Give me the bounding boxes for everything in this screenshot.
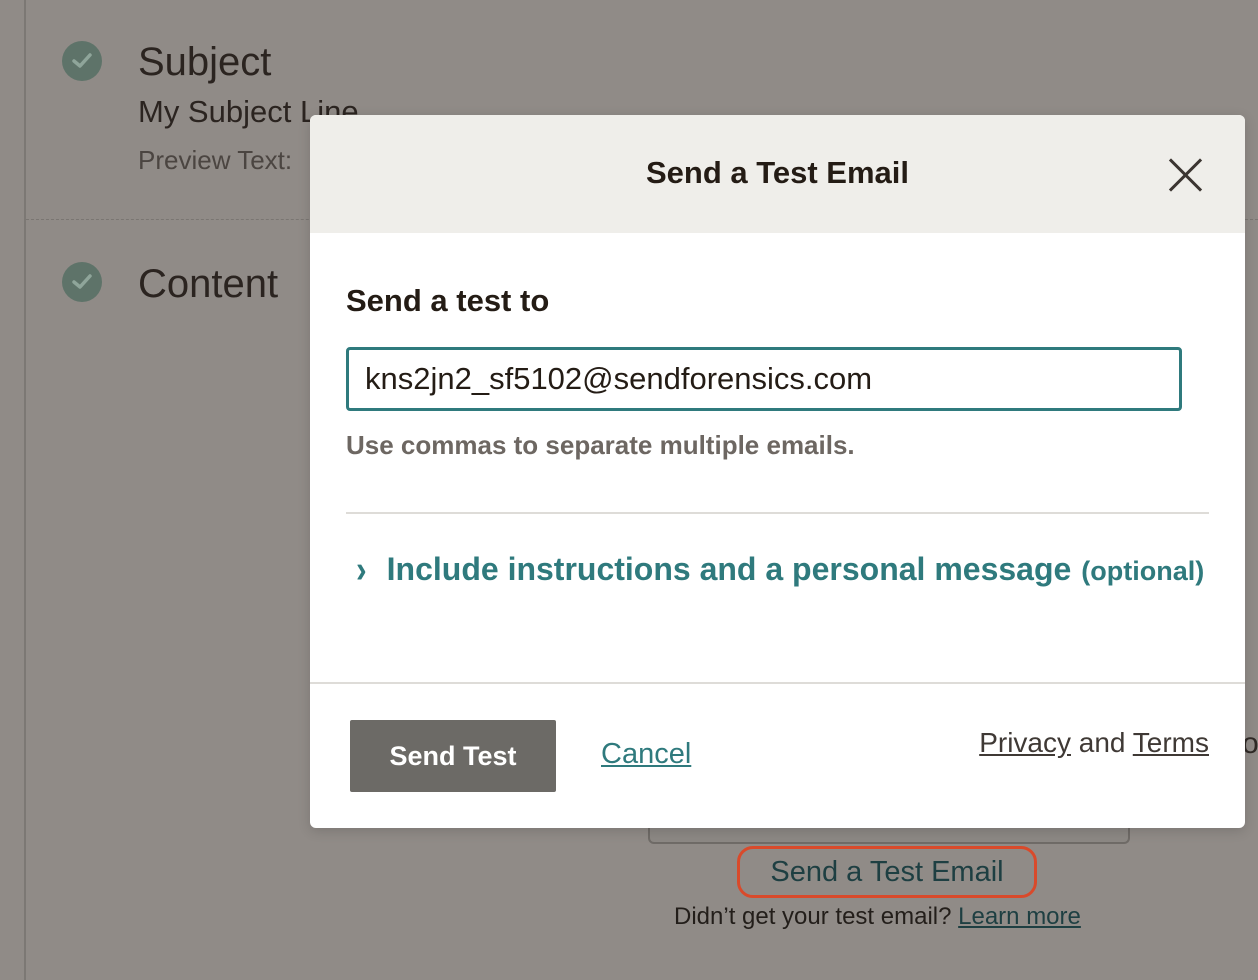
legal-links: Privacy and Terms <box>979 727 1209 759</box>
dialog-header: Send a Test Email <box>310 115 1245 233</box>
privacy-link[interactable]: Privacy <box>979 727 1071 758</box>
help-text: Didn’t get your test email? <box>674 903 952 930</box>
personal-message-toggle[interactable]: › Include instructions and a personal me… <box>356 547 1205 590</box>
chevron-right-icon: › <box>356 547 367 591</box>
preview-text-label: Preview Text: <box>138 145 293 175</box>
learn-more-link[interactable]: Learn more <box>958 903 1081 930</box>
email-helper-text: Use commas to separate multiple emails. <box>346 430 855 460</box>
send-test-email-label: Send a Test Email <box>770 856 1004 888</box>
section-title-content: Content <box>138 262 279 306</box>
section-title-subject: Subject <box>138 40 272 84</box>
cancel-link[interactable]: Cancel <box>601 738 691 771</box>
send-to-label: Send a test to <box>346 283 550 318</box>
check-circle-icon <box>62 262 102 302</box>
send-test-email-dialog: Send a Test Email Send a test to Use com… <box>310 115 1245 828</box>
terms-link[interactable]: Terms <box>1133 727 1209 758</box>
send-test-button[interactable]: Send Test <box>350 720 556 792</box>
legal-and: and <box>1078 727 1126 758</box>
left-rail <box>24 0 26 980</box>
personal-message-label: Include instructions and a personal mess… <box>386 551 1072 587</box>
check-circle-icon <box>62 41 102 81</box>
footer-divider <box>310 682 1245 684</box>
send-test-email-link[interactable]: Send a Test Email <box>737 846 1037 898</box>
close-icon[interactable] <box>1167 157 1203 193</box>
optional-label: (optional) <box>1081 556 1205 586</box>
divider <box>346 512 1209 514</box>
test-email-help: Didn’t get your test email? Learn more <box>674 903 1081 931</box>
test-email-input[interactable] <box>346 347 1182 411</box>
dialog-title: Send a Test Email <box>645 155 909 190</box>
